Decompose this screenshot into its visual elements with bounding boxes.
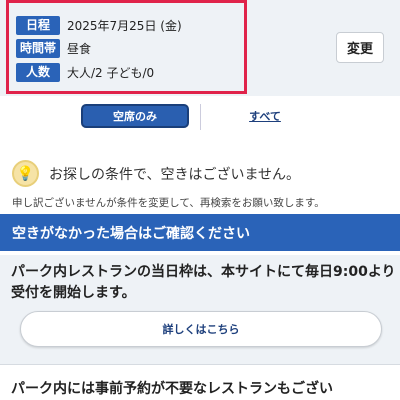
retry-search-message: 申し訳ございませんが条件を変更して、再検索をお願い致します。	[12, 197, 325, 209]
change-conditions-button[interactable]: 変更	[336, 32, 384, 63]
available-only-tab[interactable]: 空席のみ	[81, 104, 189, 128]
time-label: 時間帯	[16, 38, 60, 58]
no-availability-message: お探しの条件で、空きはございません。	[49, 166, 301, 183]
details-button[interactable]: 詳しくはこちら	[20, 311, 382, 347]
lightbulb-icon: 💡	[12, 160, 39, 187]
no-availability-notice: 💡 お探しの条件で、空きはございません。	[12, 160, 300, 187]
same-day-info-text: パーク内レストランの当日枠は、本サイトにて毎日9:00より受付を開始します。	[11, 264, 396, 301]
section-header: 空きがなかった場合はご確認ください	[0, 214, 400, 251]
party-row: 人数 大人/2 子ども/0	[16, 62, 154, 82]
all-tab[interactable]: すべて	[240, 108, 290, 126]
availability-filter: 空席のみ すべて	[0, 104, 400, 132]
date-label: 日程	[16, 15, 60, 35]
filter-divider	[200, 104, 201, 130]
search-conditions-box: 日程 2025年7月25日 (金) 時間帯 昼食 人数 大人/2 子ども/0	[6, 0, 247, 94]
section-divider	[0, 364, 400, 365]
no-reservation-info-text: パーク内には事前予約が不要なレストランもござい	[11, 381, 333, 397]
date-row: 日程 2025年7月25日 (金)	[16, 15, 182, 35]
date-value: 2025年7月25日 (金)	[67, 18, 182, 33]
party-value: 大人/2 子ども/0	[67, 65, 155, 80]
time-row: 時間帯 昼食	[16, 38, 91, 58]
party-label: 人数	[16, 62, 60, 82]
time-value: 昼食	[67, 41, 92, 56]
